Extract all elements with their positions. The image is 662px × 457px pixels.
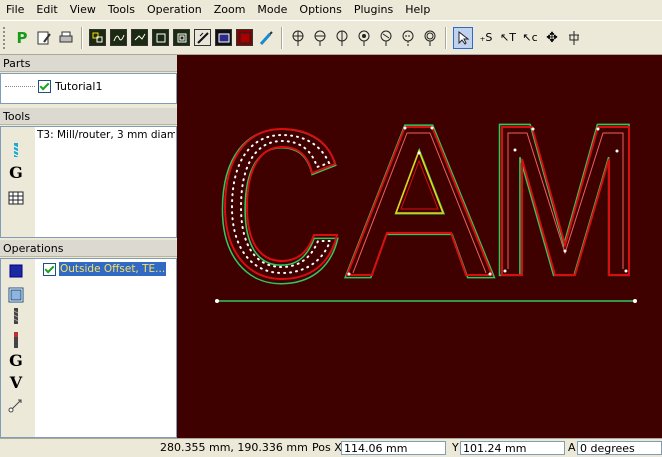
menu-file[interactable]: File xyxy=(0,0,30,20)
toolbar-separator-2 xyxy=(281,26,283,49)
drill-point-icon-1[interactable] xyxy=(289,28,307,48)
menu-mode[interactable]: Mode xyxy=(251,0,293,20)
table-icon[interactable] xyxy=(7,189,25,207)
status-bar: 280.355 mm, 190.336 mm Pos X 114.06 mm Y… xyxy=(0,438,662,457)
tool-item-t3[interactable]: T3: Mill/router, 3 mm diame xyxy=(37,129,175,142)
status-angle: 0 degrees xyxy=(577,441,662,455)
toolpath-icon-6[interactable] xyxy=(194,29,211,46)
toolpath-icon-2[interactable] xyxy=(110,29,127,46)
parts-header: Parts xyxy=(0,55,177,72)
toolbar-grip[interactable] xyxy=(3,26,8,49)
menu-plugins[interactable]: Plugins xyxy=(348,0,399,20)
tree-item-tutorial1[interactable]: Tutorial1 xyxy=(5,78,102,94)
gcode-icon[interactable]: G xyxy=(7,163,25,182)
drill-point-icon-6[interactable] xyxy=(399,28,417,48)
menu-operation[interactable]: Operation xyxy=(141,0,208,20)
tree-connector xyxy=(5,85,35,87)
baseline-start-point[interactable] xyxy=(215,299,219,303)
drill-bit-red-icon[interactable] xyxy=(7,331,25,349)
operations-header: Operations xyxy=(0,240,177,257)
parts-tree[interactable]: Tutorial1 xyxy=(0,73,177,104)
operations-list[interactable]: Outside Offset, TE... xyxy=(37,261,175,435)
letter-m xyxy=(498,123,630,277)
part-label: Tutorial1 xyxy=(55,79,103,93)
status-size: 280.355 mm, 190.336 mm xyxy=(160,441,308,454)
program-icon[interactable]: P xyxy=(13,28,31,48)
menu-edit[interactable]: Edit xyxy=(30,0,63,20)
toolpath-icon-4[interactable] xyxy=(152,29,169,46)
menu-tools[interactable]: Tools xyxy=(102,0,141,20)
outside-offset-icon[interactable] xyxy=(7,262,25,280)
toolbar-separator-3 xyxy=(445,26,447,49)
menu-help[interactable]: Help xyxy=(399,0,436,20)
toolpath-icon-1[interactable] xyxy=(89,29,106,46)
pen-icon[interactable] xyxy=(257,28,275,48)
tools-list[interactable]: T3: Mill/router, 3 mm diame xyxy=(37,129,175,235)
letter-a xyxy=(343,124,496,279)
edit-icon[interactable] xyxy=(35,28,53,48)
drill-point-icon-5[interactable] xyxy=(377,28,395,48)
canvas-drawing xyxy=(215,123,637,303)
letter-c xyxy=(221,127,339,285)
status-pos-y: 101.24 mm xyxy=(460,441,565,455)
part-checkbox[interactable] xyxy=(38,79,51,93)
drill-point-icon-7[interactable] xyxy=(421,28,439,48)
origin-icon[interactable] xyxy=(565,28,583,48)
toolbar: P ₊S ↖T ↖c ✥ xyxy=(0,20,662,55)
select-c-icon[interactable]: ↖c xyxy=(521,28,539,48)
cad-canvas[interactable] xyxy=(177,55,662,438)
drill-point-icon-3[interactable] xyxy=(333,28,351,48)
gcode-operation-icon[interactable]: G xyxy=(7,351,25,370)
status-pos-x: 114.06 mm xyxy=(341,441,446,455)
toolpath-icon-7[interactable] xyxy=(215,29,232,46)
menu-options[interactable]: Options xyxy=(293,0,347,20)
tools-toolbar: G xyxy=(1,127,35,237)
menu-bar: File Edit View Tools Operation Zoom Mode… xyxy=(0,0,662,20)
print-icon[interactable] xyxy=(57,28,75,48)
operation-item[interactable]: Outside Offset, TE... xyxy=(37,261,175,277)
line-tool-icon[interactable] xyxy=(7,396,25,414)
operation-checkbox[interactable] xyxy=(43,262,56,276)
toolpath-icon-8[interactable] xyxy=(236,29,253,46)
tools-header: Tools xyxy=(0,108,177,125)
status-y-label: Y xyxy=(452,441,459,454)
toolbar-separator xyxy=(81,26,83,49)
menu-view[interactable]: View xyxy=(64,0,102,20)
toolpath-icon-3[interactable] xyxy=(131,29,148,46)
status-a-label: A xyxy=(568,441,576,454)
select-s-icon[interactable]: ₊S xyxy=(477,28,495,48)
tool-bit-icon[interactable] xyxy=(7,141,25,159)
menu-zoom[interactable]: Zoom xyxy=(208,0,252,20)
select-t-icon[interactable]: ↖T xyxy=(499,28,517,48)
pocket-icon[interactable] xyxy=(7,286,25,304)
left-sidebar: Parts Tutorial1 Tools G T3: Mill/router,… xyxy=(0,55,177,438)
baseline-end-point[interactable] xyxy=(633,299,637,303)
status-pos-label: Pos X xyxy=(312,441,342,454)
move-icon[interactable]: ✥ xyxy=(543,28,561,48)
v-carve-icon[interactable]: V xyxy=(7,373,25,392)
drill-point-icon-2[interactable] xyxy=(311,28,329,48)
toolpath-icon-5[interactable] xyxy=(173,29,190,46)
tools-panel: G T3: Mill/router, 3 mm diame xyxy=(0,126,177,238)
drill-bit-icon[interactable] xyxy=(7,307,25,325)
program-label: P xyxy=(16,28,28,47)
operations-panel: G V Outside Offset, TE... xyxy=(0,258,177,438)
select-arrow-icon[interactable] xyxy=(453,26,473,49)
operations-toolbar: G V xyxy=(1,259,35,437)
drill-point-icon-4[interactable] xyxy=(355,28,373,48)
operation-label: Outside Offset, TE... xyxy=(59,262,167,276)
